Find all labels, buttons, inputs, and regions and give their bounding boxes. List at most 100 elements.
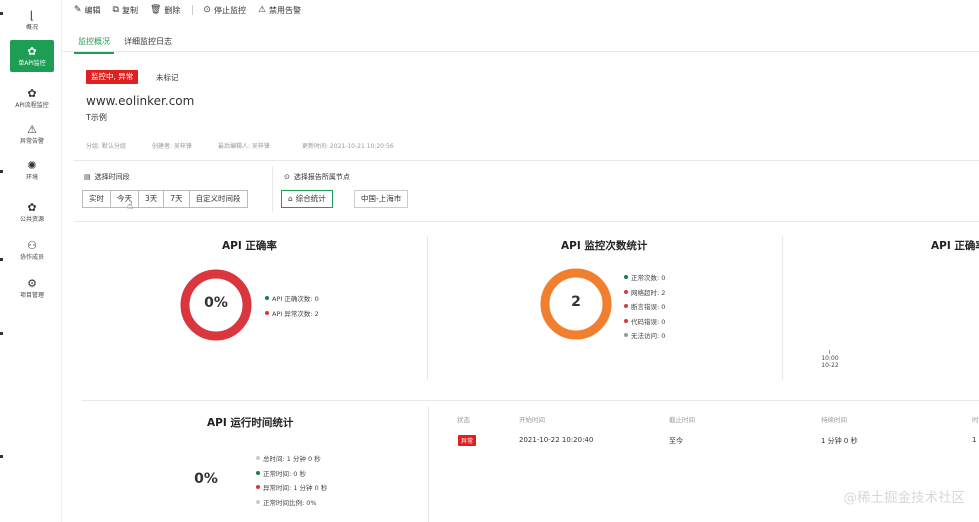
node-option-summary[interactable]: ⌂ 综合统计 — [281, 190, 333, 208]
legend-item: 网络超时: 2 — [624, 285, 665, 300]
edge-mark — [0, 332, 3, 335]
legend-dot — [624, 318, 628, 323]
meta-group: 分组: 默认分组 — [86, 143, 126, 150]
card-divider — [427, 236, 428, 380]
col-header-status: 状态 — [457, 416, 470, 424]
legend-item: 总时间: 1 分钟 0 秒 — [256, 451, 327, 466]
delete-button[interactable]: 🗑 删除 — [150, 5, 180, 16]
location-icon: ⊙ — [284, 173, 290, 181]
col-header-end: 截止时间 — [669, 416, 695, 424]
chart-icon: ⌊ — [29, 8, 35, 22]
time-option-realtime[interactable]: 实时 — [82, 190, 111, 208]
axis-tick-label: 10:00 10-22 — [821, 355, 839, 369]
legend-item: 正常次数: 0 — [624, 270, 665, 285]
nav-item-project[interactable]: ⚙ 项目管理 — [10, 272, 54, 304]
accuracy-title: API 正确率 — [222, 240, 277, 252]
legend-item: 正常时间: 0 秒 — [256, 466, 327, 481]
runtime-legend: 总时间: 1 分钟 0 秒 正常时间: 0 秒 异常时间: 1 分钟 0 秒 正… — [256, 451, 327, 509]
app-root: ⌊ 概况 ✿ 单API监控 ✿ API流程监控 ⚠ 异常告警 ✺ 环境 ✿ 公共… — [0, 0, 979, 522]
node-option-shanghai[interactable]: 中国-上海市 — [354, 190, 409, 208]
legend-item: 异常时间: 1 分钟 0 秒 — [256, 480, 327, 495]
count-title: API 监控次数统计 — [561, 240, 648, 252]
edit-button[interactable]: ✎ 编辑 — [74, 5, 101, 16]
runtime-title: API 运行时间统计 — [207, 417, 294, 429]
axis-tick-mark — [829, 350, 830, 354]
card-divider — [782, 236, 783, 380]
legend-item: API 异常次数: 2 — [265, 306, 319, 321]
legend-item: API 正确次数: 0 — [265, 291, 319, 306]
divider — [82, 400, 979, 401]
col-header-extra: 时 — [972, 416, 979, 424]
toolbar-divider — [192, 5, 194, 15]
nav-item-environment[interactable]: ✺ 环境 — [10, 154, 54, 186]
nav-item-resources[interactable]: ✿ 公共资源 — [10, 196, 54, 228]
pencil-icon: ✎ — [74, 5, 82, 15]
disable-alert-button[interactable]: ⚠ 禁用告警 — [258, 5, 301, 16]
warning-icon: ⚠ — [257, 5, 267, 15]
node-label: ⊙ 选择报告所属节点 — [284, 173, 350, 181]
watermark: @稀土掘金技术社区 — [843, 490, 966, 506]
edge-mark — [0, 170, 3, 173]
legend-dot — [256, 485, 260, 490]
legend-dot — [256, 456, 260, 461]
resource-icon: ✿ — [27, 200, 37, 214]
legend-item: 正常时间比例: 0% — [256, 495, 327, 510]
settings-icon: ⚙ — [27, 276, 37, 290]
count-legend: 正常次数: 0 网络超时: 2 断言错误: 0 代码错误: 0 无法访问: 0 — [624, 270, 665, 343]
monitor-icon: ✿ — [27, 44, 37, 58]
status-badge: 监控中, 异常 — [86, 70, 139, 84]
legend-item: 代码错误: 0 — [624, 314, 665, 329]
nav-item-single-api[interactable]: ✿ 单API监控 — [10, 40, 54, 72]
status-tag: 异常 — [458, 435, 477, 446]
time-option-custom[interactable]: 自定义时间段 — [189, 190, 248, 208]
copy-button[interactable]: ⧉ 复制 — [113, 5, 138, 16]
trash-icon: 🗑 — [149, 5, 162, 15]
runtime-value: 0% — [194, 471, 218, 487]
toolbar: ✎ 编辑 ⧉ 复制 🗑 删除 ⊙ 停止监控 ⚠ 禁用告警 — [74, 2, 313, 18]
warning-icon: ⚠ — [27, 122, 37, 136]
time-range-group: 实时 今天 3天 7天 自定义时间段 — [82, 190, 248, 208]
flow-icon: ✿ — [27, 86, 37, 100]
location-icon: ⊙ — [203, 5, 211, 15]
card-divider — [428, 406, 429, 522]
legend-item: 无法访问: 0 — [624, 328, 665, 343]
meta-creator: 创建者: 吴梓锋 — [152, 143, 192, 150]
environment-icon: ✺ — [27, 158, 37, 172]
legend-dot — [624, 289, 628, 294]
stop-monitor-button[interactable]: ⊙ 停止监控 — [203, 5, 246, 16]
mark-label[interactable]: 未标记 — [156, 72, 179, 83]
legend-dot — [624, 333, 628, 338]
copy-icon: ⧉ — [112, 5, 119, 15]
accuracy-legend: API 正确次数: 0 API 异常次数: 2 — [265, 291, 319, 320]
legend-dot — [256, 470, 260, 475]
time-option-7days[interactable]: 7天 — [164, 190, 190, 208]
row-extra: 1 — [972, 436, 977, 444]
time-range-label: ▤ 选择时间段 — [84, 173, 130, 181]
calendar-icon: ▤ — [84, 173, 91, 181]
row-duration: 1 分钟 0 秒 — [821, 437, 858, 445]
row-end-time: 至今 — [669, 437, 683, 445]
legend-dot — [256, 499, 260, 504]
members-icon: ⚇ — [27, 238, 37, 252]
time-option-3days[interactable]: 3天 — [139, 190, 165, 208]
api-url: www.eolinker.com — [86, 94, 195, 108]
nav-item-alerts[interactable]: ⚠ 异常告警 — [10, 118, 54, 150]
nav-item-overview[interactable]: ⌊ 概况 — [10, 4, 54, 36]
accuracy-trend-title: API 正确率 — [931, 240, 979, 252]
home-icon: ⌂ — [288, 194, 293, 203]
legend-dot — [265, 310, 269, 315]
side-nav: ⌊ 概况 ✿ 单API监控 ✿ API流程监控 ⚠ 异常告警 ✺ 环境 ✿ 公共… — [0, 0, 62, 522]
col-header-duration: 持续时间 — [821, 416, 847, 424]
time-option-today[interactable]: 今天 — [111, 190, 139, 208]
row-start-time: 2021-10-22 10:20:40 — [519, 436, 594, 444]
col-header-start: 开始时间 — [519, 416, 545, 424]
meta-editor: 最后编辑人: 吴梓锋 — [218, 143, 270, 150]
nav-item-members[interactable]: ⚇ 协作成员 — [10, 234, 54, 266]
count-value: 2 — [571, 294, 581, 310]
nav-item-api-flow[interactable]: ✿ API流程监控 — [10, 82, 54, 114]
tabs-divider — [62, 51, 979, 52]
legend-item: 断言错误: 0 — [624, 299, 665, 314]
legend-dot — [624, 304, 628, 309]
legend-dot — [265, 296, 269, 301]
api-name: T示例 — [86, 113, 107, 122]
